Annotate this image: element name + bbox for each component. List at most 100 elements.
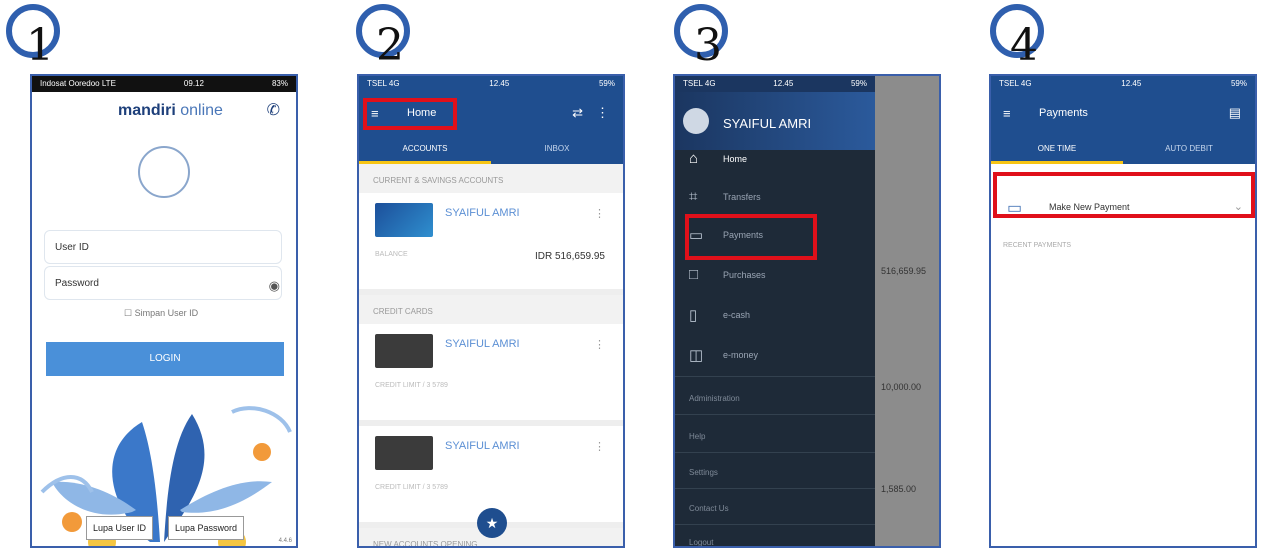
phone-icon[interactable]: ✆: [267, 100, 280, 120]
credit-limit-label: CREDIT LIMIT / 3 5789: [375, 484, 448, 491]
tab-one-time[interactable]: ONE TIME: [991, 136, 1123, 164]
refresh-icon[interactable]: ⇄: [572, 105, 583, 121]
bank-icon: ⌗: [689, 188, 698, 205]
more-options-icon[interactable]: ⋮: [594, 338, 605, 351]
home-icon: ⌂: [689, 150, 699, 167]
forgot-password-link[interactable]: Lupa Password: [168, 516, 245, 540]
divider: [675, 414, 875, 415]
tab-accounts[interactable]: ACCOUNTS: [359, 136, 491, 164]
step-marker-1: 1: [6, 4, 60, 68]
credit-limit-label: CREDIT LIMIT / 3 5789: [375, 382, 448, 389]
account-card[interactable]: SYAIFUL AMRI ⋮ BALANCE IDR 516,659.95: [359, 193, 623, 295]
wallet-icon: ◫: [689, 347, 704, 364]
step-marker-3: 3: [674, 4, 728, 68]
hamburger-menu-icon[interactable]: ≡: [1003, 106, 1011, 121]
navigation-drawer: TSEL 4G 12.45 59% SYAIFUL AMRI ⌂ Home ⌗ Tr…: [675, 76, 875, 546]
tab-auto-debit[interactable]: AUTO DEBIT: [1123, 136, 1255, 164]
clock-label: 12.45: [489, 79, 510, 88]
carrier-label: TSEL 4G: [999, 79, 1032, 88]
recent-payments-header: RECENT PAYMENTS: [1003, 242, 1072, 249]
card-holder-name: SYAIFUL AMRI: [445, 338, 520, 350]
carrier-label: TSEL 4G: [367, 79, 400, 88]
tab-bar: ONE TIME AUTO DEBIT: [991, 136, 1255, 164]
page-title: Payments: [1039, 107, 1088, 119]
behind-amount: 1,585.00: [881, 484, 917, 494]
credit-card-item[interactable]: SYAIFUL AMRI ⋮ CREDIT LIMIT / 3 5789: [359, 324, 623, 426]
divider: [675, 452, 875, 453]
user-id-field[interactable]: User ID: [44, 230, 282, 264]
step-number: 1: [26, 20, 54, 71]
battery-label: 59%: [850, 79, 867, 88]
highlight-payments-item: [685, 214, 817, 260]
dimmed-home-background: 516,659.95 10,000.00 1,585.00: [875, 76, 939, 546]
status-bar: Indosat Ooredoo LTE 09.12 83%: [32, 76, 296, 92]
highlight-menu-button: [363, 98, 457, 130]
more-options-icon[interactable]: ⋮: [594, 440, 605, 453]
step-marker-4: 4: [990, 4, 1044, 68]
drawer-item-ecash[interactable]: ▯ e-cash: [675, 296, 875, 334]
tab-bar: ACCOUNTS INBOX: [359, 136, 623, 164]
more-options-icon[interactable]: ⋮: [596, 105, 609, 121]
favorites-star-button[interactable]: ★: [477, 508, 507, 538]
drawer-item-transfers[interactable]: ⌗ Transfers: [675, 178, 875, 216]
password-field[interactable]: Password: [44, 266, 282, 300]
credit-card-image: [375, 334, 433, 368]
phone-icon: ▯: [689, 307, 698, 324]
drawer-item-help[interactable]: Help: [689, 432, 705, 441]
tab-inbox[interactable]: INBOX: [491, 136, 623, 164]
battery-label: 83%: [271, 79, 288, 88]
behind-amount: 516,659.95: [881, 266, 927, 276]
cart-icon: □: [689, 266, 699, 283]
divider: [675, 376, 875, 377]
clock-label: 12.45: [773, 79, 794, 88]
status-bar: TSEL 4G 12.45 59%: [359, 76, 623, 92]
remember-user-checkbox[interactable]: ☐ Simpan User ID: [124, 308, 198, 319]
butterfly-illustration: [40, 406, 292, 546]
drawer-item-logout[interactable]: Logout: [689, 538, 713, 546]
navigation-drawer-screen: 516,659.95 10,000.00 1,585.00 TSEL 4G 12…: [673, 74, 941, 548]
drawer-item-emoney[interactable]: ◫ e-money: [675, 336, 875, 374]
debit-card-image: [375, 203, 433, 237]
step-number: 2: [376, 20, 404, 71]
drawer-item-contact-us[interactable]: Contact Us: [689, 504, 729, 513]
balance-label: BALANCE: [375, 251, 408, 258]
receipt-icon[interactable]: ▤: [1229, 105, 1241, 121]
remember-label: Simpan User ID: [134, 308, 199, 318]
drawer-item-purchases[interactable]: □ Purchases: [675, 256, 875, 294]
more-options-icon[interactable]: ⋮: [594, 207, 605, 220]
card-holder-name: SYAIFUL AMRI: [445, 440, 520, 452]
user-name: SYAIFUL AMRI: [723, 116, 812, 131]
divider: [675, 488, 875, 489]
forgot-user-id-link[interactable]: Lupa User ID: [86, 516, 154, 540]
drawer-item-administration[interactable]: Administration: [689, 394, 740, 403]
step-number: 3: [694, 20, 722, 71]
status-bar: TSEL 4G 12.45 59%: [675, 76, 875, 92]
status-bar: TSEL 4G 12.45 59%: [991, 76, 1255, 92]
battery-label: 59%: [598, 79, 615, 88]
carrier-label: Indosat Ooredoo LTE: [40, 79, 116, 88]
section-header-accounts: CURRENT & SAVINGS ACCOUNTS: [359, 164, 623, 193]
account-name: SYAIFUL AMRI: [445, 207, 520, 219]
drawer-item-home[interactable]: ⌂ Home: [675, 140, 875, 178]
highlight-make-new-payment: [993, 172, 1255, 218]
login-screen: Indosat Ooredoo LTE 09.12 83% mandiri on…: [30, 74, 298, 548]
battery-label: 59%: [1230, 79, 1247, 88]
behind-amount: 10,000.00: [881, 382, 922, 392]
balance-value: IDR 516,659.95: [534, 251, 605, 262]
avatar: [683, 108, 709, 134]
payments-screen: TSEL 4G 12.45 59% ≡ Payments ▤ ONE TIME …: [989, 74, 1257, 548]
drawer-item-settings[interactable]: Settings: [689, 468, 718, 477]
version-label: 4.4.6: [278, 538, 292, 544]
divider: [675, 524, 875, 525]
avatar: [138, 146, 190, 198]
login-button[interactable]: LOGIN: [46, 342, 284, 376]
step-marker-2: 2: [356, 4, 410, 68]
clock-label: 12.45: [1121, 79, 1142, 88]
app-bar: ≡ Payments ▤: [991, 92, 1255, 136]
home-screen: TSEL 4G 12.45 59% ≡ Home ⇄ ⋮ ACCOUNTS IN…: [357, 74, 625, 548]
app-logo: mandiri online: [118, 102, 223, 119]
clock-label: 09.12: [183, 79, 204, 88]
carrier-label: TSEL 4G: [683, 79, 716, 88]
step-number: 4: [1010, 20, 1038, 71]
eye-icon[interactable]: ◉: [269, 278, 280, 294]
